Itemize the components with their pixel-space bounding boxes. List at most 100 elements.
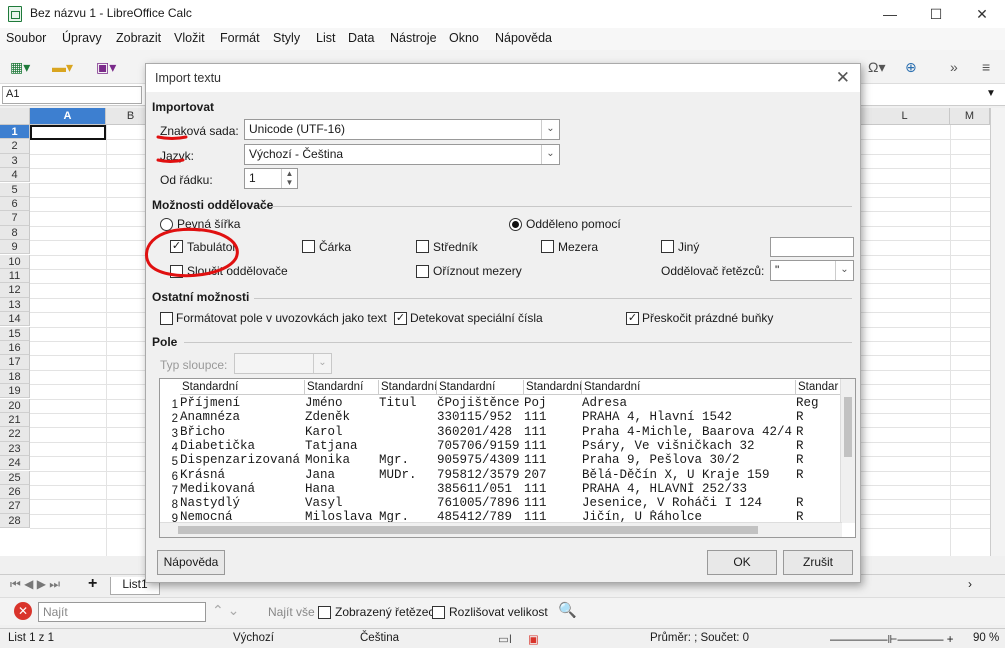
row-header[interactable]: 25 bbox=[0, 470, 30, 485]
preview-column-header[interactable]: Standardní bbox=[305, 380, 379, 395]
special-character-icon[interactable]: Ω▾ bbox=[868, 56, 886, 78]
row-header[interactable]: 1 bbox=[0, 125, 30, 140]
row-header[interactable]: 12 bbox=[0, 283, 30, 298]
row-header[interactable]: 4 bbox=[0, 168, 30, 183]
row-header[interactable]: 27 bbox=[0, 499, 30, 514]
vertical-scrollbar[interactable] bbox=[990, 108, 1005, 556]
row-header[interactable]: 20 bbox=[0, 398, 30, 413]
menu-napoveda[interactable]: Nápověda bbox=[495, 31, 552, 45]
row-header[interactable]: 7 bbox=[0, 211, 30, 226]
skip-empty-checkbox[interactable]: ✓ bbox=[626, 312, 639, 325]
close-find-icon[interactable]: ✕ bbox=[14, 602, 32, 620]
space-checkbox[interactable] bbox=[541, 240, 554, 253]
detect-special-checkbox[interactable]: ✓ bbox=[394, 312, 407, 325]
row-header[interactable]: 5 bbox=[0, 182, 30, 197]
preview-column-header[interactable]: Standardní bbox=[180, 380, 305, 395]
charset-select[interactable]: Unicode (UTF-16) ⌄ bbox=[244, 119, 560, 140]
comma-checkbox[interactable] bbox=[302, 240, 315, 253]
language-select[interactable]: Výchozí - Čeština ⌄ bbox=[244, 144, 560, 165]
other-separator-input[interactable] bbox=[770, 237, 854, 257]
menu-list[interactable]: List bbox=[316, 31, 335, 45]
formula-expand-icon[interactable]: ▼ bbox=[986, 88, 996, 99]
row-header[interactable]: 9 bbox=[0, 240, 30, 255]
row-header[interactable]: 14 bbox=[0, 312, 30, 327]
menu-okno[interactable]: Okno bbox=[449, 31, 479, 45]
preview-vertical-scrollbar[interactable] bbox=[840, 379, 855, 523]
column-type-select[interactable]: ⌄ bbox=[234, 353, 332, 374]
cancel-button[interactable]: Zrušit bbox=[783, 550, 853, 575]
row-header[interactable]: 19 bbox=[0, 384, 30, 399]
row-header[interactable]: 6 bbox=[0, 197, 30, 212]
preview-column-header[interactable]: Standardní bbox=[437, 380, 524, 395]
column-header-a[interactable]: A bbox=[30, 108, 106, 125]
preview-column-header[interactable]: Standardní bbox=[379, 380, 437, 395]
row-header[interactable]: 24 bbox=[0, 456, 30, 471]
add-sheet-icon[interactable]: + bbox=[88, 575, 97, 593]
menu-upravy[interactable]: Úpravy bbox=[62, 31, 102, 45]
spin-arrows-icon[interactable]: ▲ ▼ bbox=[281, 169, 297, 188]
toolbar-overflow-icon[interactable]: » bbox=[950, 56, 958, 78]
tab-checkbox[interactable]: ✓ bbox=[170, 240, 183, 253]
row-header[interactable]: 2 bbox=[0, 139, 30, 154]
scroll-thumb[interactable] bbox=[844, 397, 852, 457]
hyperlink-icon[interactable]: ⊕ bbox=[905, 56, 917, 78]
minimize-button[interactable]: — bbox=[867, 0, 913, 28]
other-checkbox[interactable] bbox=[661, 240, 674, 253]
ok-button[interactable]: OK bbox=[707, 550, 777, 575]
fixed-width-radio[interactable] bbox=[160, 218, 173, 231]
preview-column-header[interactable]: Standardní bbox=[524, 380, 582, 395]
selection-mode-icon[interactable]: ▭I bbox=[498, 632, 512, 646]
row-header[interactable]: 15 bbox=[0, 326, 30, 341]
find-all-button[interactable]: Najít vše bbox=[268, 605, 315, 619]
row-header[interactable]: 21 bbox=[0, 413, 30, 428]
row-header[interactable]: 26 bbox=[0, 485, 30, 500]
row-header[interactable]: 11 bbox=[0, 269, 30, 284]
row-header[interactable]: 22 bbox=[0, 427, 30, 442]
column-header-l[interactable]: L bbox=[860, 108, 950, 125]
trim-spaces-checkbox[interactable] bbox=[416, 265, 429, 278]
merge-delimiters-checkbox[interactable] bbox=[170, 265, 183, 278]
hscroll-right-icon[interactable]: › bbox=[968, 577, 972, 591]
row-header[interactable]: 16 bbox=[0, 341, 30, 356]
column-header-m[interactable]: M bbox=[950, 108, 990, 125]
row-header[interactable]: 8 bbox=[0, 225, 30, 240]
preview-column-header[interactable]: Standardní bbox=[582, 380, 796, 395]
row-header[interactable]: 18 bbox=[0, 369, 30, 384]
row-header[interactable]: 13 bbox=[0, 297, 30, 312]
name-box[interactable]: A1 bbox=[2, 86, 142, 104]
quoted-as-text-checkbox[interactable] bbox=[160, 312, 173, 325]
find-replace-icon[interactable]: 🔍 bbox=[558, 601, 577, 619]
help-button[interactable]: Nápověda bbox=[157, 550, 225, 575]
corner-cell[interactable] bbox=[0, 108, 30, 125]
menu-data[interactable]: Data bbox=[348, 31, 374, 45]
save-icon[interactable]: ▣▾ bbox=[96, 56, 116, 78]
toolbar-menu-icon[interactable]: ≡ bbox=[982, 56, 990, 78]
find-input[interactable]: Najít bbox=[38, 602, 206, 622]
close-button[interactable]: ✕ bbox=[959, 0, 1005, 28]
menu-styly[interactable]: Styly bbox=[273, 31, 300, 45]
zoom-level[interactable]: 90 % bbox=[973, 632, 999, 644]
row-header[interactable]: 10 bbox=[0, 254, 30, 269]
menu-vlozit[interactable]: Vložit bbox=[174, 31, 205, 45]
dialog-close-icon[interactable]: ✕ bbox=[836, 68, 850, 88]
scroll-thumb[interactable] bbox=[178, 526, 758, 534]
row-header[interactable]: 28 bbox=[0, 513, 30, 528]
from-row-spinner[interactable]: 1 ▲ ▼ bbox=[244, 168, 298, 189]
row-header[interactable]: 23 bbox=[0, 441, 30, 456]
match-case-checkbox[interactable] bbox=[432, 606, 445, 619]
menu-format[interactable]: Formát bbox=[220, 31, 260, 45]
semicolon-checkbox[interactable] bbox=[416, 240, 429, 253]
zoom-slider[interactable]: —————⊩———— + bbox=[830, 632, 953, 646]
maximize-button[interactable]: ☐ bbox=[913, 0, 959, 28]
formatted-checkbox[interactable] bbox=[318, 606, 331, 619]
menu-nastroje[interactable]: Nástroje bbox=[390, 31, 437, 45]
find-prev-icon[interactable]: ⌃ ⌄ bbox=[212, 602, 239, 619]
separated-by-radio[interactable] bbox=[509, 218, 522, 231]
preview-table[interactable]: Standardní Standardní Standardní Standardní… bbox=[159, 378, 856, 538]
menu-zobrazit[interactable]: Zobrazit bbox=[116, 31, 161, 45]
selected-cell-a1[interactable] bbox=[30, 125, 106, 140]
menu-soubor[interactable]: Soubor bbox=[6, 31, 46, 45]
sheet-nav-icons[interactable]: ⏮ ◀ ▶ ⏭ bbox=[10, 577, 60, 592]
row-header[interactable]: 17 bbox=[0, 355, 30, 370]
row-header[interactable]: 3 bbox=[0, 153, 30, 168]
